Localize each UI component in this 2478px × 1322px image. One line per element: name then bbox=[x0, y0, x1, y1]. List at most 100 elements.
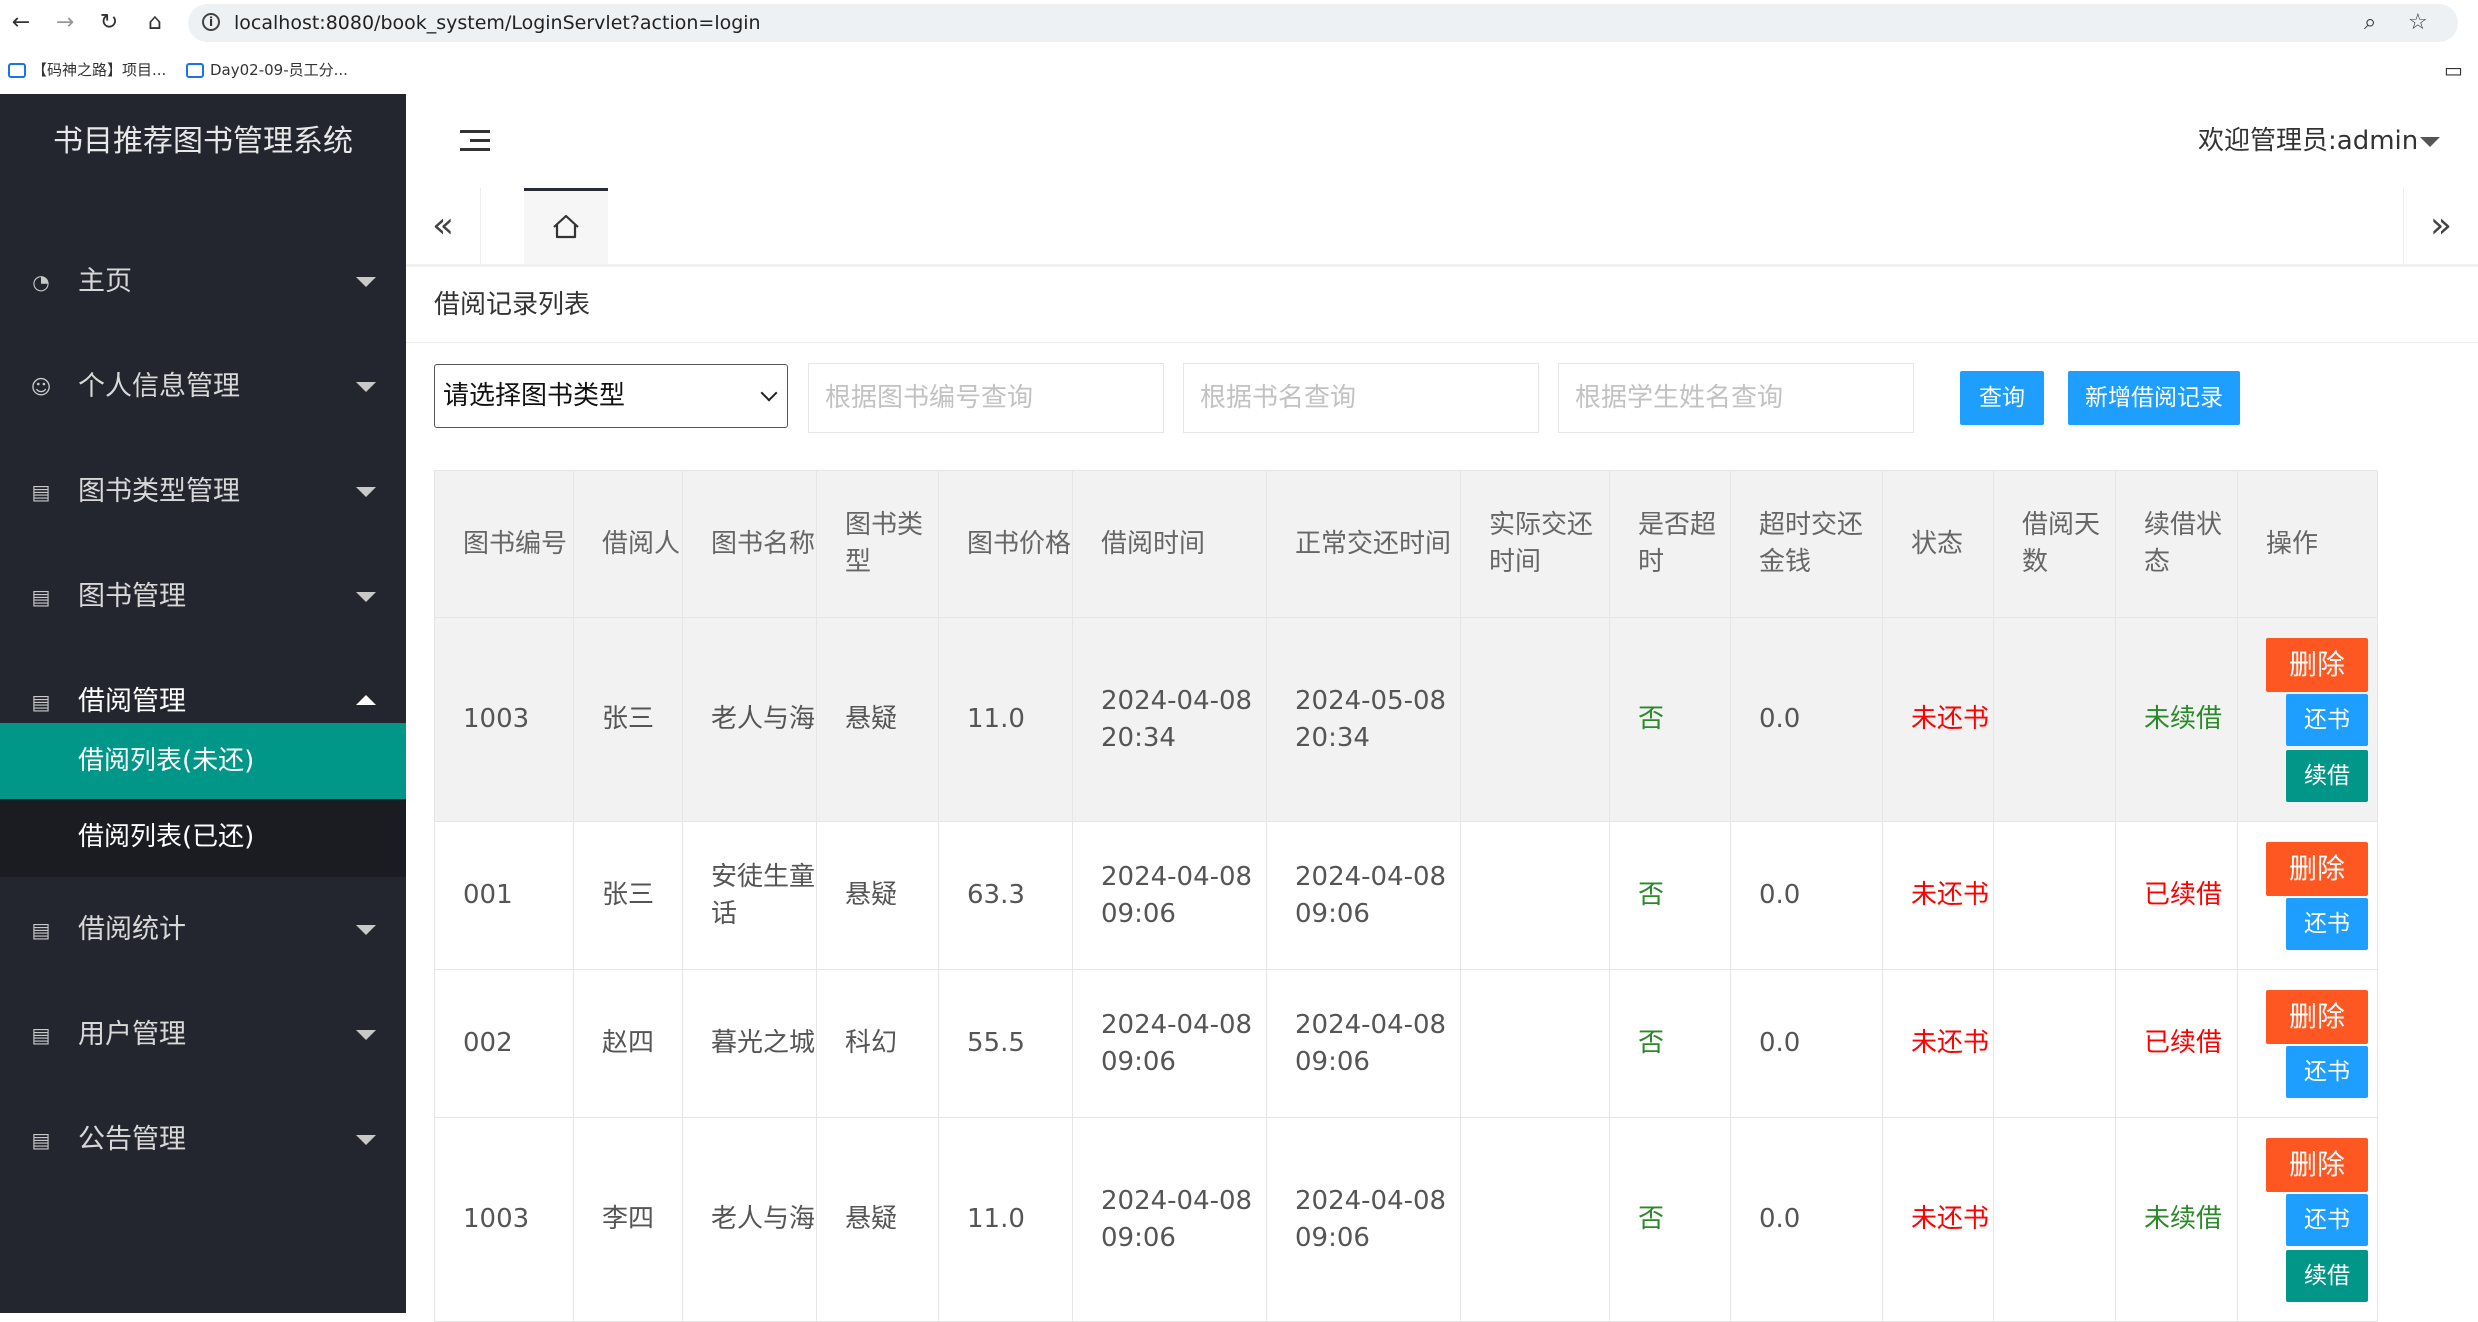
query-button[interactable]: 查询 bbox=[1960, 371, 2044, 425]
col-header: 借阅天数 bbox=[1993, 470, 2116, 618]
cell-borrower: 李四 bbox=[573, 1117, 683, 1322]
back-icon[interactable]: ← bbox=[6, 8, 36, 38]
sidebar-item-profile[interactable]: ☺ 个人信息管理 bbox=[0, 334, 406, 439]
sidebar-item-book-types[interactable]: ▤ 图书类型管理 bbox=[0, 439, 406, 544]
cell-borrower: 张三 bbox=[573, 617, 683, 822]
col-header: 实际交还时间 bbox=[1460, 470, 1610, 618]
book-name-search-input[interactable] bbox=[1183, 363, 1539, 433]
bilibili-icon bbox=[186, 63, 204, 78]
sidebar-subitem-returned[interactable]: 借阅列表(已还) bbox=[0, 799, 406, 875]
cell-overdue: 否 bbox=[1609, 617, 1731, 822]
cell-renew-status: 未续借 bbox=[2115, 1117, 2238, 1322]
cell-due-time: 2024-04-08 09:06 bbox=[1266, 821, 1461, 970]
col-header: 图书名称 bbox=[682, 470, 817, 618]
tab-home[interactable] bbox=[524, 188, 608, 264]
cell-fine: 0.0 bbox=[1730, 617, 1883, 822]
delete-button[interactable]: 删除 bbox=[2266, 637, 2368, 692]
delete-button[interactable]: 删除 bbox=[2266, 1137, 2368, 1192]
cell-actual-return bbox=[1460, 969, 1610, 1118]
cell-actions: 删除 还书 续借 bbox=[2237, 1117, 2378, 1322]
col-header: 操作 bbox=[2237, 470, 2378, 618]
caret-down-icon[interactable] bbox=[2420, 137, 2440, 147]
browser-chrome: ← → ↻ ⌂ i localhost:8080/book_system/Log… bbox=[0, 0, 2478, 94]
home-icon[interactable]: ⌂ bbox=[140, 8, 170, 38]
cell-book-type: 悬疑 bbox=[816, 1117, 939, 1322]
cell-days bbox=[1993, 969, 2116, 1118]
col-header: 续借状态 bbox=[2115, 470, 2238, 618]
bookmark-star-icon[interactable]: ☆ bbox=[2408, 4, 2428, 42]
tab-scroll-right-icon[interactable]: » bbox=[2403, 188, 2478, 264]
return-book-button[interactable]: 还书 bbox=[2286, 1045, 2368, 1098]
book-no-search-input[interactable] bbox=[808, 363, 1164, 433]
forward-icon[interactable]: → bbox=[50, 8, 80, 38]
address-bar-row: ← → ↻ ⌂ i localhost:8080/book_system/Log… bbox=[0, 0, 2478, 46]
document-icon: ▤ bbox=[31, 585, 51, 609]
delete-button[interactable]: 删除 bbox=[2266, 841, 2368, 896]
col-header: 正常交还时间 bbox=[1266, 470, 1461, 618]
sidebar: 书目推荐图书管理系统 ◔ 主页 ☺ 个人信息管理 ▤ 图书类型管理 ▤ 图书管理… bbox=[0, 94, 406, 1313]
borrow-submenu: 借阅列表(未还) 借阅列表(已还) bbox=[0, 723, 406, 877]
cell-price: 11.0 bbox=[938, 617, 1073, 822]
top-header: 欢迎管理员:admin bbox=[406, 94, 2478, 189]
col-header: 借阅时间 bbox=[1072, 470, 1267, 618]
tab-scroll-left-icon[interactable]: « bbox=[406, 188, 481, 264]
cell-actions: 删除 还书 bbox=[2237, 821, 2378, 970]
sidebar-item-home[interactable]: ◔ 主页 bbox=[0, 229, 406, 334]
sidebar-subitem-unreturned[interactable]: 借阅列表(未还) bbox=[0, 723, 406, 799]
menu-toggle-icon[interactable] bbox=[460, 130, 490, 152]
page-title: 借阅记录列表 bbox=[434, 290, 591, 320]
student-name-search-input[interactable] bbox=[1558, 363, 1914, 433]
cell-borrower: 赵四 bbox=[573, 969, 683, 1118]
app-logo: 书目推荐图书管理系统 bbox=[53, 124, 353, 159]
col-header: 图书价格 bbox=[938, 470, 1073, 618]
renew-button[interactable]: 续借 bbox=[2286, 1249, 2368, 1302]
reload-icon[interactable]: ↻ bbox=[94, 8, 124, 38]
folder-icon[interactable]: ▭ bbox=[2444, 58, 2463, 82]
cell-borrow-time: 2024-04-08 20:34 bbox=[1072, 617, 1267, 822]
return-book-button[interactable]: 还书 bbox=[2286, 693, 2368, 746]
sidebar-item-notices[interactable]: ▤ 公告管理 bbox=[0, 1087, 406, 1192]
col-header: 是否超时 bbox=[1609, 470, 1731, 618]
renew-button[interactable]: 续借 bbox=[2286, 749, 2368, 802]
cell-fine: 0.0 bbox=[1730, 821, 1883, 970]
zoom-icon[interactable]: ⌕ bbox=[2364, 4, 2376, 42]
cell-price: 55.5 bbox=[938, 969, 1073, 1118]
cell-overdue: 否 bbox=[1609, 969, 1731, 1118]
sidebar-item-books[interactable]: ▤ 图书管理 bbox=[0, 544, 406, 649]
cell-book-name: 老人与海 bbox=[682, 617, 817, 822]
site-info-icon[interactable]: i bbox=[202, 13, 220, 31]
delete-button[interactable]: 删除 bbox=[2266, 989, 2368, 1044]
cell-renew-status: 未续借 bbox=[2115, 617, 2238, 822]
document-icon: ▤ bbox=[31, 1023, 51, 1047]
return-book-button[interactable]: 还书 bbox=[2286, 1193, 2368, 1246]
cell-book-no: 001 bbox=[434, 821, 574, 970]
cell-book-name: 安徒生童话 bbox=[682, 821, 817, 970]
dashboard-icon: ◔ bbox=[32, 270, 50, 294]
sidebar-item-stats[interactable]: ▤ 借阅统计 bbox=[0, 877, 406, 982]
chevron-down-icon bbox=[356, 277, 376, 287]
add-borrow-record-button[interactable]: 新增借阅记录 bbox=[2068, 371, 2240, 425]
bookmark-item[interactable]: Day02-09-员工分... bbox=[186, 58, 348, 82]
cell-status: 未还书 bbox=[1882, 1117, 1994, 1322]
cell-borrow-time: 2024-04-08 09:06 bbox=[1072, 969, 1267, 1118]
cell-book-type: 悬疑 bbox=[816, 617, 939, 822]
cell-status: 未还书 bbox=[1882, 617, 1994, 822]
cell-actions: 删除 还书 bbox=[2237, 969, 2378, 1118]
book-type-select[interactable]: 请选择图书类型 bbox=[434, 364, 788, 428]
cell-price: 11.0 bbox=[938, 1117, 1073, 1322]
cell-borrow-time: 2024-04-08 09:06 bbox=[1072, 1117, 1267, 1322]
chevron-down-icon bbox=[356, 1135, 376, 1145]
return-book-button[interactable]: 还书 bbox=[2286, 897, 2368, 950]
sidebar-item-users[interactable]: ▤ 用户管理 bbox=[0, 982, 406, 1087]
bookmarks-bar: 【码神之路】项目... Day02-09-员工分... ▭ bbox=[0, 50, 2478, 90]
table-row: 1003 张三 老人与海 悬疑 11.0 2024-04-08 20:34 20… bbox=[434, 617, 2378, 822]
cell-days bbox=[1993, 821, 2116, 970]
bookmark-item[interactable]: 【码神之路】项目... bbox=[8, 58, 166, 82]
col-header: 图书类型 bbox=[816, 470, 939, 618]
cell-actions: 删除 还书 续借 bbox=[2237, 617, 2378, 822]
cell-renew-status: 已续借 bbox=[2115, 821, 2238, 970]
welcome-user-menu[interactable]: 欢迎管理员:admin bbox=[2198, 94, 2418, 188]
url-field[interactable]: i localhost:8080/book_system/LoginServle… bbox=[188, 4, 2458, 42]
col-header: 借阅人 bbox=[573, 470, 683, 618]
cell-book-type: 科幻 bbox=[816, 969, 939, 1118]
